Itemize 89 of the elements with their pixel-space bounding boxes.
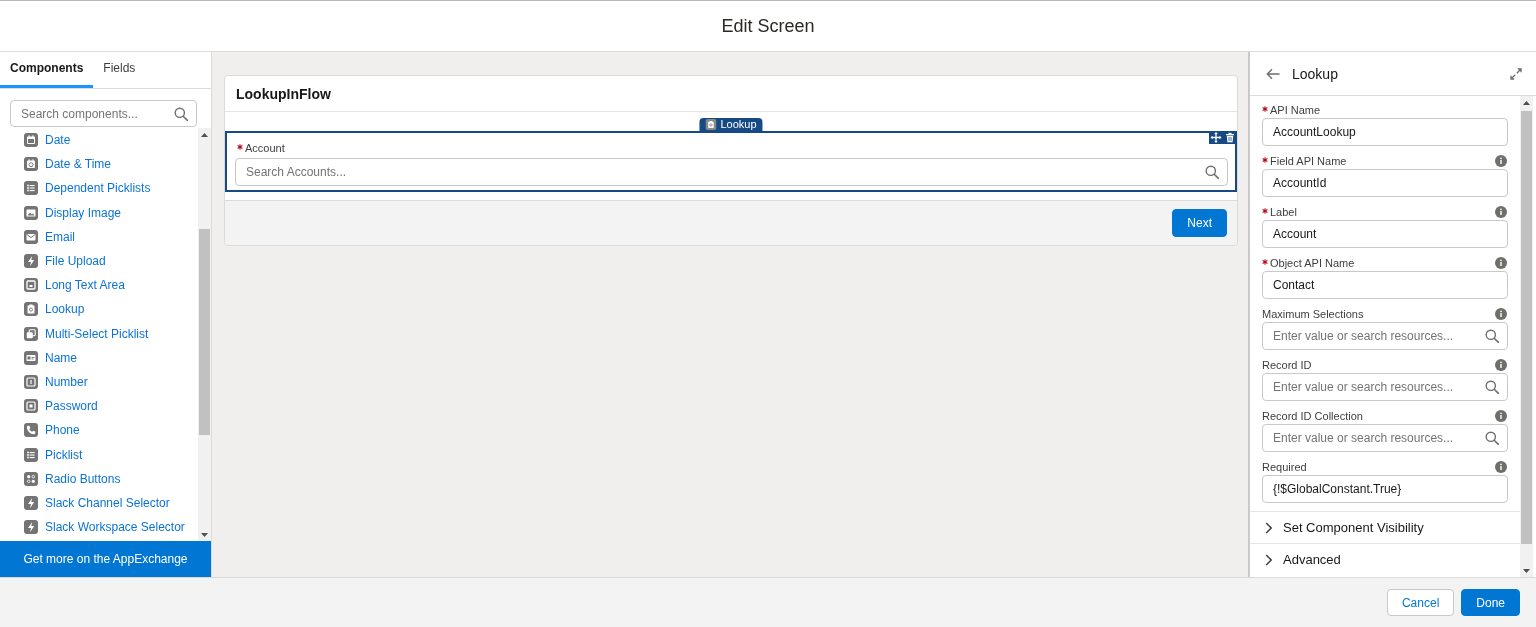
scroll-down-icon[interactable] [201, 533, 208, 537]
envelope-icon [24, 229, 38, 244]
component-list-item[interactable]: Dependent Picklists [0, 176, 198, 201]
bolt-icon [24, 254, 38, 269]
field-label: Required [1262, 461, 1307, 473]
field-label: Field API Name [1270, 155, 1347, 167]
field-label: Object API Name [1270, 257, 1355, 269]
search-icon [1485, 431, 1499, 445]
scroll-up-icon[interactable] [1523, 101, 1530, 105]
search-icon [1485, 380, 1499, 394]
text-box-icon [24, 278, 38, 293]
calendar-icon [24, 133, 38, 148]
component-list-item[interactable]: Slack Channel Selector [0, 490, 198, 515]
trash-icon[interactable] [1223, 131, 1237, 144]
component-list-item[interactable]: Picklist [0, 442, 198, 467]
component-list-item[interactable]: Slack Workspace Selector [0, 515, 198, 540]
text-field[interactable]: AccountId [1262, 169, 1508, 197]
search-icon [174, 106, 188, 121]
info-icon[interactable] [1495, 410, 1507, 422]
component-list-item[interactable]: Number [0, 369, 198, 395]
component-list-item[interactable]: Long Text Area [0, 273, 198, 298]
search-icon [1205, 165, 1219, 179]
component-list-item[interactable]: Display Image [0, 200, 198, 225]
info-icon[interactable] [1495, 461, 1507, 473]
field-label: Record ID [1262, 359, 1312, 371]
secondary-button[interactable]: Cancel [1386, 589, 1455, 616]
component-list-item[interactable]: Email [0, 224, 198, 249]
component-list-item[interactable]: File Upload [0, 248, 198, 274]
list-icon [24, 447, 38, 462]
search-icon [1485, 329, 1499, 343]
list-icon [24, 181, 38, 196]
component-list-item[interactable]: Lookup [0, 297, 198, 322]
calendar-clock-icon [24, 157, 38, 172]
dots-grid-icon [24, 471, 38, 486]
component-frame[interactable]: Account Search Accounts... [225, 131, 1237, 192]
scroll-down-icon[interactable] [1523, 569, 1530, 573]
scroll-up-icon[interactable] [201, 133, 208, 137]
field-label: Maximum Selections [1262, 308, 1364, 320]
search-field[interactable]: Search components... [10, 100, 197, 127]
component-list-item[interactable]: Radio Buttons [0, 466, 198, 491]
tag-label: Lookup [720, 118, 757, 131]
image-icon [24, 205, 38, 220]
panel-title: Lookup [1292, 65, 1338, 82]
lookup-search-field[interactable]: Search Accounts... [235, 158, 1228, 186]
field-label: Record ID Collection [1262, 410, 1363, 422]
phone-icon [24, 423, 38, 438]
component-list-item[interactable]: Phone [0, 418, 198, 443]
text-field[interactable]: Account [1262, 220, 1508, 248]
screen-title: LookupInFlow [236, 85, 331, 102]
window-title: Edit Screen [721, 15, 815, 37]
number-box-icon [24, 374, 38, 389]
primary-button[interactable]: Done [1461, 589, 1520, 616]
dot-box-icon [24, 399, 38, 414]
back-arrow-icon[interactable] [1266, 67, 1280, 80]
field-label: API Name [1270, 104, 1321, 116]
resource-search-field[interactable]: Enter value or search resources... [1262, 322, 1508, 350]
scrollbar-thumb[interactable] [199, 229, 210, 435]
next-button[interactable]: Next [1172, 209, 1227, 237]
component-list-item[interactable]: Name [0, 345, 198, 370]
move-icon[interactable] [1209, 131, 1223, 144]
info-icon[interactable] [1495, 308, 1507, 320]
component-list-item[interactable]: Date & Time [0, 152, 198, 177]
field-label: Account [245, 142, 285, 154]
bolt-icon [24, 495, 38, 510]
id-card-icon [24, 350, 38, 365]
field-label: Label [1270, 206, 1297, 218]
resource-search-field[interactable]: Enter value or search resources... [1262, 424, 1508, 452]
appexchange-button[interactable]: Get more on the AppExchange [0, 541, 211, 577]
clipboard-icon [705, 119, 717, 130]
scrollbar-thumb[interactable] [1521, 111, 1532, 544]
text-field[interactable]: Contact [1262, 271, 1508, 299]
expand-icon[interactable] [1510, 67, 1522, 80]
component-list-item[interactable]: Multi-Select Picklist [0, 321, 198, 346]
clipboard-icon [24, 302, 38, 317]
resource-search-field[interactable]: Enter value or search resources... [1262, 373, 1508, 401]
panel-tab[interactable]: Components [0, 52, 94, 88]
info-icon[interactable] [1495, 155, 1507, 167]
panel-tab[interactable]: Fields [93, 52, 146, 88]
text-field[interactable]: {!$GlobalConstant.True} [1262, 475, 1508, 503]
info-icon[interactable] [1495, 359, 1507, 371]
info-icon[interactable] [1495, 206, 1507, 218]
scrollbar[interactable] [1520, 96, 1533, 577]
component-list-item[interactable]: Password [0, 394, 198, 419]
info-icon[interactable] [1495, 257, 1507, 269]
bolt-icon [24, 520, 38, 535]
text-field[interactable]: AccountLookup [1262, 118, 1508, 146]
component-list-item[interactable]: Date [0, 128, 198, 153]
scrollbar[interactable] [198, 128, 211, 541]
stacked-squares-icon [24, 326, 38, 341]
